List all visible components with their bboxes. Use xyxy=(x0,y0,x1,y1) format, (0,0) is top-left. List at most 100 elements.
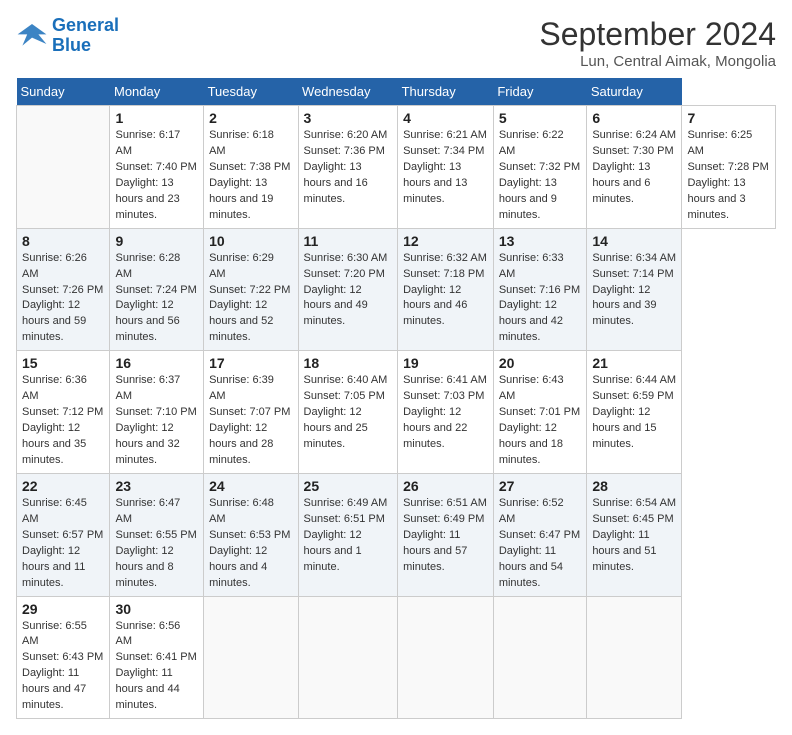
sunrise-label: Sunrise: 6:45 AM xyxy=(22,497,87,525)
daylight-label: Daylight: 12 hours and 28 minutes. xyxy=(209,422,273,466)
daylight-label: Daylight: 13 hours and 19 minutes. xyxy=(209,177,273,221)
calendar-cell: 11Sunrise: 6:30 AMSunset: 7:20 PMDayligh… xyxy=(298,228,398,351)
day-info: Sunrise: 6:34 AMSunset: 7:14 PMDaylight:… xyxy=(592,251,676,331)
calendar-week-row: 15Sunrise: 6:36 AMSunset: 7:12 PMDayligh… xyxy=(17,351,776,474)
calendar-cell: 1Sunrise: 6:17 AMSunset: 7:40 PMDaylight… xyxy=(110,106,204,229)
daylight-label: Daylight: 12 hours and 46 minutes. xyxy=(403,284,467,328)
sunrise-label: Sunrise: 6:44 AM xyxy=(592,374,676,386)
calendar-cell: 13Sunrise: 6:33 AMSunset: 7:16 PMDayligh… xyxy=(493,228,586,351)
calendar-cell: 19Sunrise: 6:41 AMSunset: 7:03 PMDayligh… xyxy=(398,351,494,474)
weekday-header: Friday xyxy=(493,78,586,106)
sunset-label: Sunset: 7:22 PM xyxy=(209,284,290,296)
calendar-cell xyxy=(493,596,586,719)
calendar-cell xyxy=(587,596,682,719)
sunrise-label: Sunrise: 6:22 AM xyxy=(499,129,564,157)
daylight-label: Daylight: 11 hours and 44 minutes. xyxy=(115,667,179,711)
sunrise-label: Sunrise: 6:41 AM xyxy=(403,374,487,386)
logo-icon xyxy=(16,20,48,52)
calendar-cell: 26Sunrise: 6:51 AMSunset: 6:49 PMDayligh… xyxy=(398,473,494,596)
sunset-label: Sunset: 7:30 PM xyxy=(592,145,673,157)
calendar-cell: 2Sunrise: 6:18 AMSunset: 7:38 PMDaylight… xyxy=(204,106,298,229)
sunrise-label: Sunrise: 6:18 AM xyxy=(209,129,274,157)
calendar-week-row: 1Sunrise: 6:17 AMSunset: 7:40 PMDaylight… xyxy=(17,106,776,229)
day-info: Sunrise: 6:22 AMSunset: 7:32 PMDaylight:… xyxy=(499,128,581,224)
sunset-label: Sunset: 7:18 PM xyxy=(403,268,484,280)
day-number: 10 xyxy=(209,233,292,249)
sunrise-label: Sunrise: 6:56 AM xyxy=(115,620,180,648)
calendar-week-row: 22Sunrise: 6:45 AMSunset: 6:57 PMDayligh… xyxy=(17,473,776,596)
daylight-label: Daylight: 13 hours and 13 minutes. xyxy=(403,161,467,205)
title-block: September 2024 Lun, Central Aimak, Mongo… xyxy=(539,16,776,70)
day-number: 28 xyxy=(592,478,676,494)
calendar-cell: 23Sunrise: 6:47 AMSunset: 6:55 PMDayligh… xyxy=(110,473,204,596)
sunrise-label: Sunrise: 6:49 AM xyxy=(304,497,388,509)
sunset-label: Sunset: 7:28 PM xyxy=(687,161,768,173)
sunrise-label: Sunrise: 6:25 AM xyxy=(687,129,752,157)
sunset-label: Sunset: 6:53 PM xyxy=(209,529,290,541)
calendar-cell: 16Sunrise: 6:37 AMSunset: 7:10 PMDayligh… xyxy=(110,351,204,474)
daylight-label: Daylight: 11 hours and 47 minutes. xyxy=(22,667,86,711)
day-info: Sunrise: 6:54 AMSunset: 6:45 PMDaylight:… xyxy=(592,496,676,576)
daylight-label: Daylight: 12 hours and 18 minutes. xyxy=(499,422,563,466)
sunset-label: Sunset: 7:16 PM xyxy=(499,284,580,296)
calendar-cell: 14 Sunrise: 6:34 AMSunset: 7:14 PMDayligh… xyxy=(587,228,682,351)
day-info: Sunrise: 6:21 AMSunset: 7:34 PMDaylight:… xyxy=(403,128,488,208)
sunrise-label: Sunrise: 6:40 AM xyxy=(304,374,388,386)
daylight-label: Daylight: 12 hours and 49 minutes. xyxy=(304,284,368,328)
calendar-cell: 8Sunrise: 6:26 AMSunset: 7:26 PMDaylight… xyxy=(17,228,110,351)
daylight-label: Daylight: 13 hours and 16 minutes. xyxy=(304,161,368,205)
day-number: 23 xyxy=(115,478,198,494)
sunset-label: Sunset: 6:59 PM xyxy=(592,390,673,402)
weekday-header: Wednesday xyxy=(298,78,398,106)
sunrise-label: Sunrise: 6:54 AM xyxy=(592,497,676,509)
sunset-label: Sunset: 7:14 PM xyxy=(592,268,673,280)
daylight-label: Daylight: 13 hours and 6 minutes. xyxy=(592,161,650,205)
day-info: Sunrise: 6:20 AMSunset: 7:36 PMDaylight:… xyxy=(304,128,393,208)
sunset-label: Sunset: 7:07 PM xyxy=(209,406,290,418)
day-info: Sunrise: 6:25 AMSunset: 7:28 PMDaylight:… xyxy=(687,128,770,224)
weekday-header-row: SundayMondayTuesdayWednesdayThursdayFrid… xyxy=(17,78,776,106)
day-info: Sunrise: 6:17 AMSunset: 7:40 PMDaylight:… xyxy=(115,128,198,224)
sunset-label: Sunset: 6:43 PM xyxy=(22,651,103,663)
day-number: 27 xyxy=(499,478,581,494)
daylight-label: Daylight: 11 hours and 51 minutes. xyxy=(592,529,656,573)
calendar-cell xyxy=(17,106,110,229)
daylight-label: Daylight: 11 hours and 57 minutes. xyxy=(403,529,467,573)
day-number: 15 xyxy=(22,355,104,371)
calendar-table: SundayMondayTuesdayWednesdayThursdayFrid… xyxy=(16,78,776,719)
sunset-label: Sunset: 7:38 PM xyxy=(209,161,290,173)
day-number: 8 xyxy=(22,233,104,249)
day-info: Sunrise: 6:29 AMSunset: 7:22 PMDaylight:… xyxy=(209,251,292,347)
daylight-label: Daylight: 12 hours and 52 minutes. xyxy=(209,299,273,343)
daylight-label: Daylight: 12 hours and 25 minutes. xyxy=(304,406,368,450)
day-number: 17 xyxy=(209,355,292,371)
page-header: General Blue September 2024 Lun, Central… xyxy=(16,16,776,70)
calendar-cell: 6Sunrise: 6:24 AMSunset: 7:30 PMDaylight… xyxy=(587,106,682,229)
day-info: Sunrise: 6:33 AMSunset: 7:16 PMDaylight:… xyxy=(499,251,581,347)
day-number: 16 xyxy=(115,355,198,371)
weekday-header: Monday xyxy=(110,78,204,106)
day-number: 29 xyxy=(22,601,104,617)
calendar-cell: 4 Sunrise: 6:21 AMSunset: 7:34 PMDaylight… xyxy=(398,106,494,229)
daylight-label: Daylight: 12 hours and 8 minutes. xyxy=(115,545,173,589)
day-info: Sunrise: 6:28 AMSunset: 7:24 PMDaylight:… xyxy=(115,251,198,347)
day-info: Sunrise: 6:49 AMSunset: 6:51 PMDaylight:… xyxy=(304,496,393,576)
calendar-cell: 12Sunrise: 6:32 AMSunset: 7:18 PMDayligh… xyxy=(398,228,494,351)
calendar-cell xyxy=(398,596,494,719)
calendar-cell: 28 Sunrise: 6:54 AMSunset: 6:45 PMDayligh… xyxy=(587,473,682,596)
day-number: 19 xyxy=(403,355,488,371)
day-number: 14 xyxy=(592,233,676,249)
sunrise-label: Sunrise: 6:28 AM xyxy=(115,252,180,280)
day-number: 4 xyxy=(403,110,488,126)
daylight-label: Daylight: 12 hours and 56 minutes. xyxy=(115,299,179,343)
weekday-header: Thursday xyxy=(398,78,494,106)
daylight-label: Daylight: 13 hours and 23 minutes. xyxy=(115,177,179,221)
sunrise-label: Sunrise: 6:20 AM xyxy=(304,129,388,141)
day-number: 18 xyxy=(304,355,393,371)
day-info: Sunrise: 6:24 AMSunset: 7:30 PMDaylight:… xyxy=(592,128,676,208)
day-info: Sunrise: 6:48 AMSunset: 6:53 PMDaylight:… xyxy=(209,496,292,592)
location-subtitle: Lun, Central Aimak, Mongolia xyxy=(539,53,776,70)
sunset-label: Sunset: 6:57 PM xyxy=(22,529,103,541)
calendar-cell: 7Sunrise: 6:25 AMSunset: 7:28 PMDaylight… xyxy=(682,106,776,229)
day-number: 12 xyxy=(403,233,488,249)
